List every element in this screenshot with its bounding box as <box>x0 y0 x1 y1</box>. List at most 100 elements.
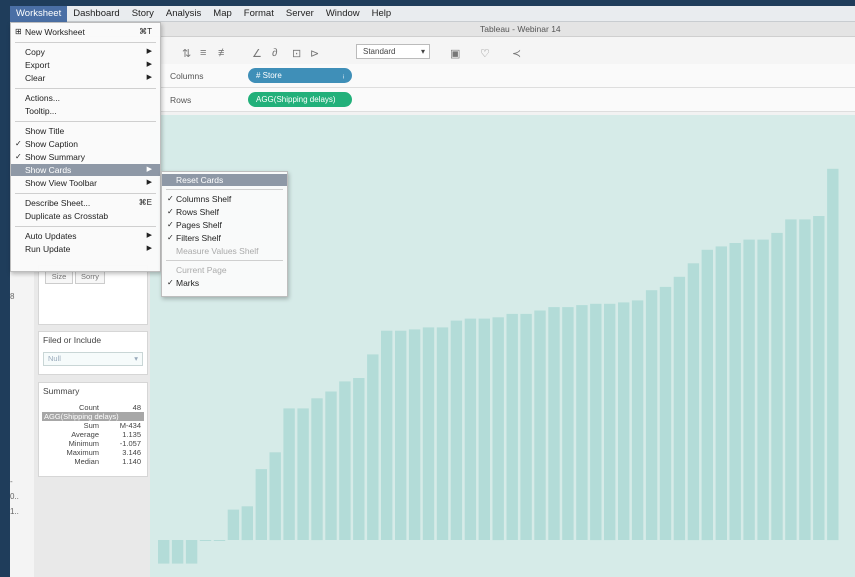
sort-asc-icon[interactable]: ≡ <box>200 47 206 59</box>
bar[interactable] <box>283 408 295 540</box>
bar[interactable] <box>534 310 546 541</box>
worksheet-menu-item[interactable]: Copy ▶ <box>11 46 160 58</box>
sorry-button[interactable]: Sorry <box>75 270 105 284</box>
worksheet-menu-item[interactable]: Show Summary ✓ <box>11 151 160 163</box>
bar[interactable] <box>269 452 281 541</box>
sort-desc-icon[interactable]: ≢ <box>218 47 229 59</box>
bar[interactable] <box>743 239 755 540</box>
bar[interactable] <box>813 216 825 540</box>
menubar-item[interactable]: Window <box>320 6 366 22</box>
bar[interactable] <box>687 263 700 541</box>
swap-icon[interactable]: ⇅ <box>182 47 191 60</box>
worksheet-menu-item[interactable]: Show Title <box>11 125 160 137</box>
bar[interactable] <box>339 381 351 540</box>
bar[interactable] <box>450 320 463 540</box>
bar[interactable] <box>241 506 253 541</box>
bar[interactable] <box>590 303 602 541</box>
menubar-item[interactable]: Format <box>238 6 280 22</box>
bar[interactable] <box>422 327 435 540</box>
menubar-item[interactable]: Story <box>126 6 160 22</box>
bar[interactable] <box>311 398 323 541</box>
bar[interactable] <box>659 286 672 540</box>
bar[interactable] <box>701 249 713 541</box>
bar[interactable] <box>213 540 226 541</box>
bar[interactable] <box>715 246 727 540</box>
size-button[interactable]: Size <box>45 270 73 284</box>
bar[interactable] <box>548 307 560 540</box>
cards-menu-item[interactable]: Rows Shelf ✓ <box>162 206 287 218</box>
worksheet-menu-item[interactable]: New Worksheet ⊞ ⌘T <box>11 26 160 38</box>
bar[interactable] <box>645 290 658 540</box>
bar[interactable] <box>367 354 379 540</box>
bar[interactable] <box>158 540 170 564</box>
bar[interactable] <box>185 540 198 564</box>
worksheet-menu-item[interactable]: Actions... <box>11 92 160 104</box>
menubar-item[interactable]: Dashboard <box>67 6 125 22</box>
device-icon[interactable]: ♡ <box>480 47 490 60</box>
fit-select[interactable]: Standard ▾ <box>356 44 430 59</box>
worksheet-menu-item[interactable]: Export ▶ <box>11 59 160 71</box>
rows-pill[interactable]: AGG(Shipping delays) <box>248 92 352 107</box>
bar[interactable] <box>492 317 504 541</box>
strip-mark: 8 <box>10 292 15 301</box>
worksheet-menu-item[interactable]: Show Caption ✓ <box>11 138 160 150</box>
bar[interactable] <box>785 219 797 540</box>
bar[interactable] <box>199 540 212 541</box>
menubar-item[interactable]: Analysis <box>160 6 207 22</box>
bar[interactable] <box>562 307 574 540</box>
worksheet-menu-item[interactable]: Describe Sheet... ⌘E <box>11 197 160 209</box>
summary-value: 1.140 <box>122 457 141 466</box>
bar[interactable] <box>827 168 839 541</box>
group-icon[interactable]: ∂ <box>272 47 277 59</box>
presentation-icon[interactable]: ▣ <box>450 47 460 60</box>
columns-pill[interactable]: # Store ᵢ <box>248 68 352 83</box>
bar[interactable] <box>604 303 616 541</box>
submenu-arrow-icon: ▶ <box>146 179 152 186</box>
worksheet-menu-item[interactable]: Tooltip... <box>11 105 160 117</box>
cards-menu-item[interactable]: Reset Cards <box>162 174 287 186</box>
bar[interactable] <box>618 302 630 540</box>
bar[interactable] <box>673 276 686 541</box>
highlight-icon[interactable]: ∠ <box>252 47 262 60</box>
bar[interactable] <box>325 391 337 541</box>
bar[interactable] <box>520 313 532 540</box>
summary-row: Sum M-434 <box>39 421 147 430</box>
bar[interactable] <box>255 469 267 540</box>
menubar-item[interactable]: Help <box>366 6 398 22</box>
label-icon[interactable]: ⊡ <box>292 47 301 60</box>
bar[interactable] <box>506 313 518 540</box>
filter-select[interactable]: Null ▾ <box>43 352 143 366</box>
cards-menu-item[interactable]: Marks ✓ <box>162 277 287 289</box>
worksheet-menu-item[interactable]: Show Cards ▶ <box>11 164 160 176</box>
bar[interactable] <box>227 509 240 540</box>
cards-menu-item[interactable]: Filters Shelf ✓ <box>162 232 287 244</box>
bar[interactable] <box>381 330 393 540</box>
bar[interactable] <box>171 540 184 564</box>
menubar-item[interactable]: Map <box>207 6 237 22</box>
menubar-item[interactable]: Worksheet <box>10 5 68 22</box>
worksheet-menu-item[interactable]: Duplicate as Crosstab <box>11 210 160 222</box>
bar[interactable] <box>631 300 644 540</box>
menubar-item[interactable]: Server <box>280 6 320 22</box>
bar[interactable] <box>464 318 477 540</box>
worksheet-menu-item[interactable]: Auto Updates ▶ <box>11 230 160 242</box>
bar[interactable] <box>395 330 407 540</box>
pin-icon[interactable]: ⊳ <box>310 47 319 60</box>
cards-menu-item[interactable]: Pages Shelf ✓ <box>162 219 287 231</box>
bar[interactable] <box>799 219 811 540</box>
worksheet-menu-item[interactable]: Clear ▶ <box>11 72 160 84</box>
bar[interactable] <box>353 378 365 540</box>
bar[interactable] <box>729 243 741 540</box>
bar[interactable] <box>757 239 769 540</box>
worksheet-menu-item[interactable]: Run Update ▶ <box>11 243 160 255</box>
bar[interactable] <box>478 318 490 540</box>
worksheet-menu-item[interactable]: Show View Toolbar ▶ <box>11 177 160 189</box>
bar[interactable] <box>436 327 449 540</box>
bar[interactable] <box>771 232 783 540</box>
share-icon[interactable]: ≺ <box>512 47 521 60</box>
bar[interactable] <box>297 408 309 540</box>
bar[interactable] <box>576 305 588 540</box>
cards-menu-item[interactable]: Columns Shelf ✓ <box>162 193 287 205</box>
bar[interactable] <box>408 329 421 540</box>
check-icon: ✓ <box>167 278 174 287</box>
